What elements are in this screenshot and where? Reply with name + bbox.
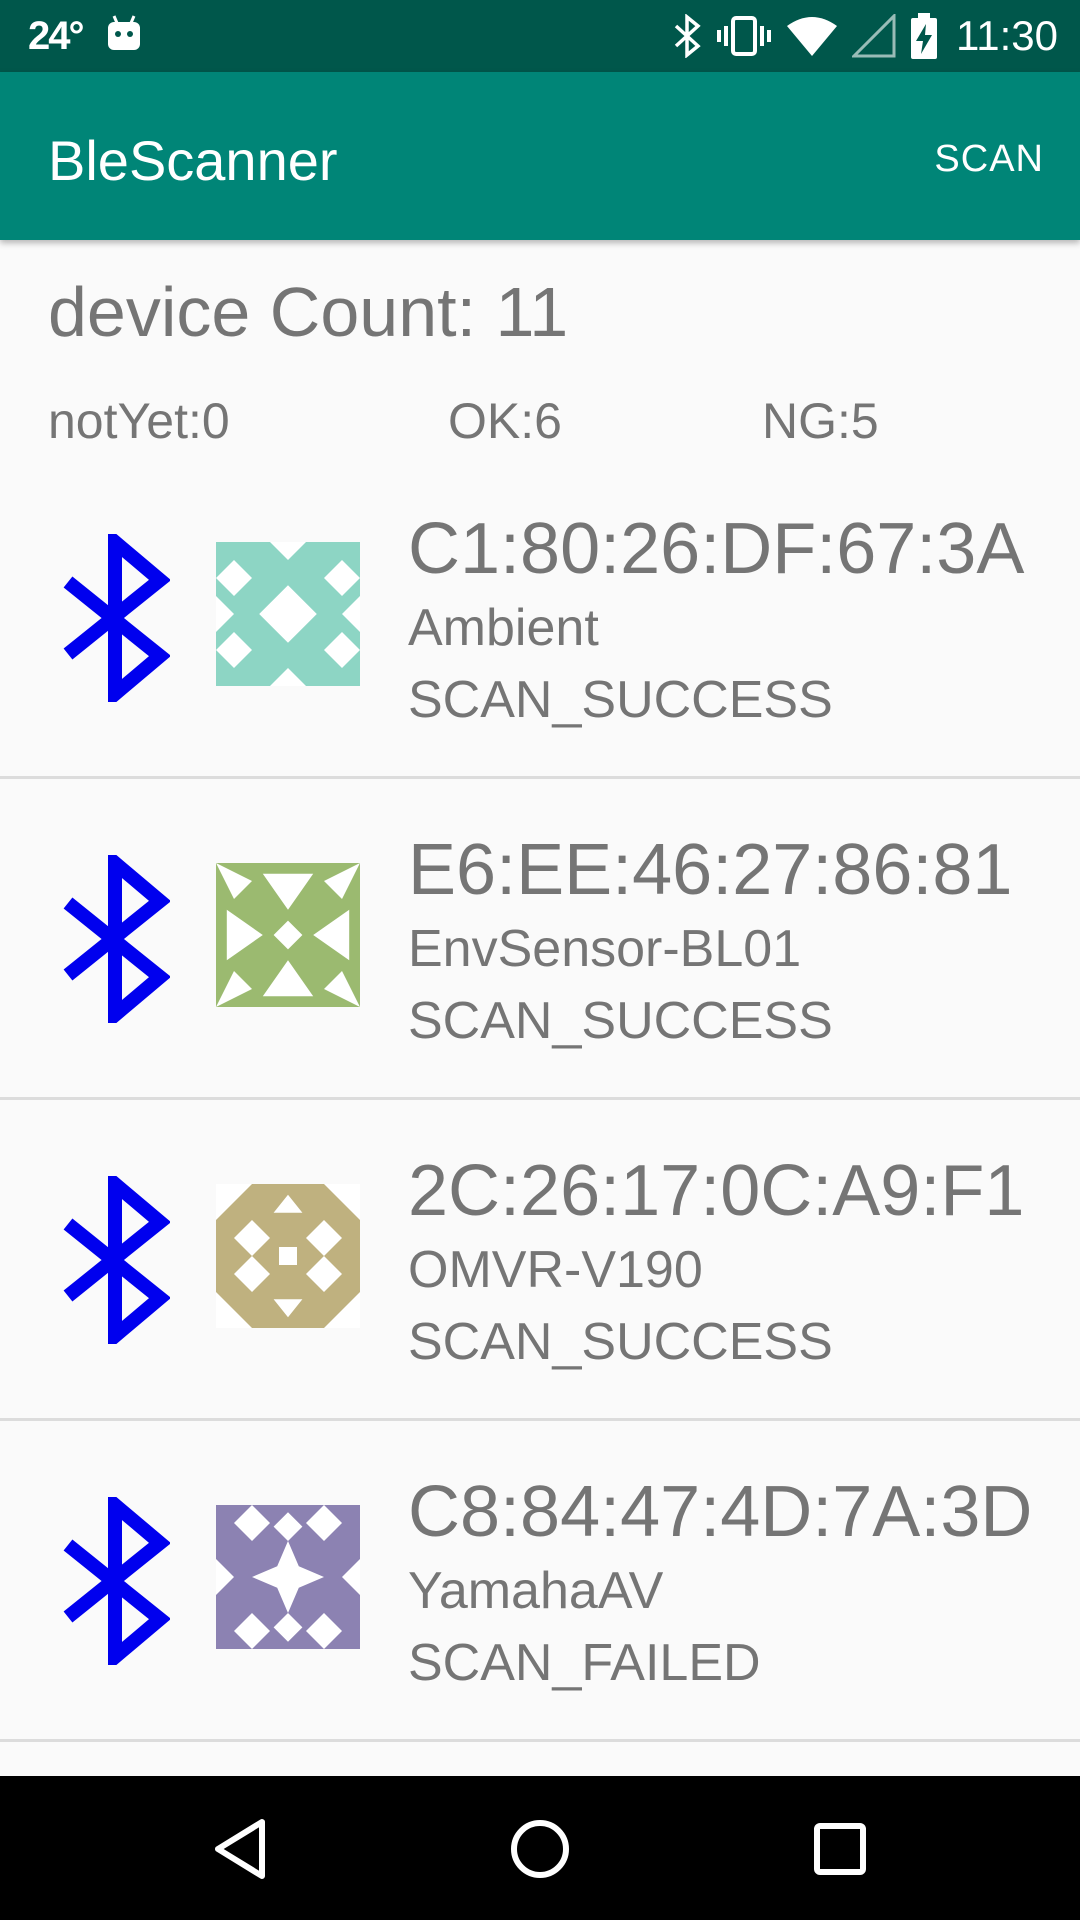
device-mac-address: E6:EE:46:27:86:81 [408, 830, 1013, 910]
device-identicon [216, 542, 360, 686]
bluetooth-icon [63, 1497, 170, 1665]
android-notification-icon [108, 15, 140, 50]
wifi-icon [787, 17, 837, 56]
list-item[interactable]: 2C:26:17:0C:A9:F1 OMVR-V190 SCAN_SUCCESS [0, 1100, 1080, 1421]
not-yet-count: notYet:0 [48, 393, 230, 449]
vibrate-icon [717, 16, 771, 56]
cell-signal-icon [852, 14, 896, 58]
list-item[interactable]: E6:EE:46:27:86:81 EnvSensor-BL01 SCAN_SU… [0, 779, 1080, 1100]
temperature-text: 24° [28, 14, 84, 58]
scan-status: SCAN_SUCCESS [408, 992, 833, 1050]
scan-button[interactable]: SCAN [934, 138, 1044, 181]
battery-charging-icon [911, 13, 937, 59]
device-count-text: device Count: 11 [48, 273, 569, 351]
scan-status: SCAN_SUCCESS [408, 671, 833, 729]
device-name: EnvSensor-BL01 [408, 920, 802, 978]
back-icon[interactable] [196, 1804, 286, 1894]
scan-status: SCAN_SUCCESS [408, 1313, 833, 1371]
bluetooth-icon [63, 534, 170, 702]
recents-icon[interactable] [795, 1804, 885, 1894]
clock-text: 11:30 [956, 12, 1058, 59]
app-title: BleScanner [48, 129, 338, 192]
ng-count: NG:5 [762, 393, 879, 449]
status-icons: 11:30 [658, 10, 1058, 62]
device-name: Ambient [408, 599, 599, 657]
device-name: YamahaAV [408, 1562, 664, 1620]
bluetooth-icon [674, 14, 701, 58]
status-bar: 24° 11:30 [0, 0, 1080, 72]
device-mac-address: 2C:26:17:0C:A9:F1 [408, 1151, 1025, 1231]
bluetooth-icon [63, 855, 170, 1023]
device-identicon [216, 1184, 360, 1328]
device-list: C1:80:26:DF:67:3A Ambient SCAN_SUCCESS E… [0, 458, 1080, 1742]
navigation-bar [0, 1776, 1080, 1920]
bluetooth-icon [63, 1176, 170, 1344]
scan-status: SCAN_FAILED [408, 1634, 761, 1692]
device-identicon [216, 1505, 360, 1649]
list-item[interactable]: C1:80:26:DF:67:3A Ambient SCAN_SUCCESS [0, 458, 1080, 779]
ok-count: OK:6 [448, 393, 562, 449]
device-name: OMVR-V190 [408, 1241, 703, 1299]
device-identicon [216, 863, 360, 1007]
list-item[interactable]: C8:84:47:4D:7A:3D YamahaAV SCAN_FAILED [0, 1421, 1080, 1742]
result-counts: notYet:0 OK:6 NG:5 [0, 392, 1080, 452]
device-mac-address: C1:80:26:DF:67:3A [408, 509, 1025, 589]
app-bar: BleScanner SCAN [0, 72, 1080, 240]
device-mac-address: C8:84:47:4D:7A:3D [408, 1472, 1033, 1552]
home-icon[interactable] [495, 1804, 585, 1894]
